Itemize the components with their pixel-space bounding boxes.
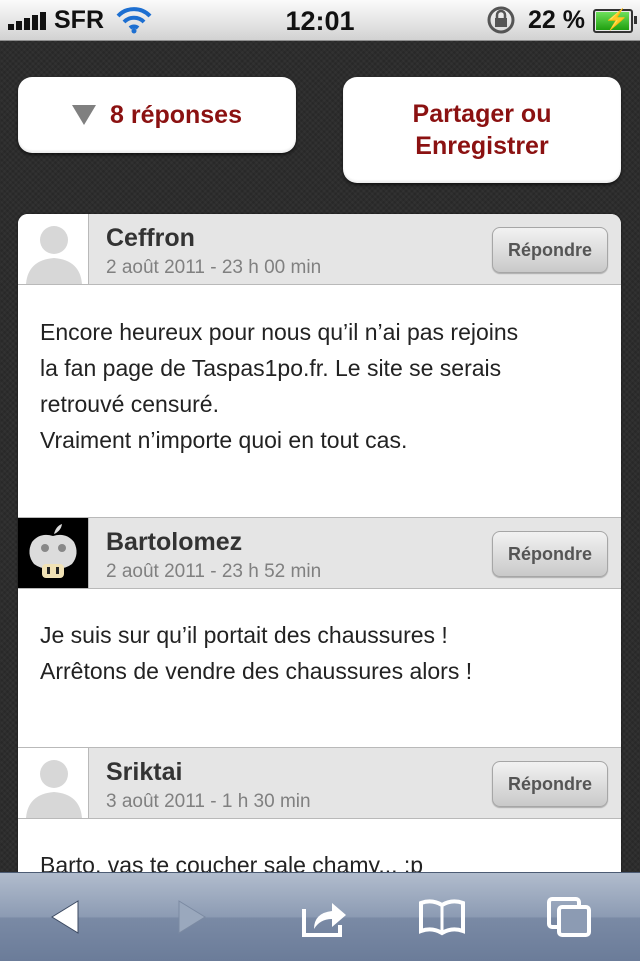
charging-bolt-icon: ⚡ <box>604 9 629 31</box>
comment-author: Sriktai <box>106 758 183 786</box>
comment-header: Ceffron 2 août 2011 - 23 h 00 min Répond… <box>18 214 621 285</box>
battery-charging-icon: ⚡ <box>593 9 637 33</box>
comment-line: Je suis sur qu’il portait des chaussures… <box>40 622 448 648</box>
comment-author: Bartolomez <box>106 528 243 556</box>
default-avatar-icon <box>18 748 89 818</box>
comment-line: Encore heureux pour nous qu’il n’ai pas … <box>40 319 519 345</box>
rotation-lock-icon <box>487 6 515 34</box>
comment-date: 2 août 2011 - 23 h 52 min <box>106 561 322 582</box>
share-label-line1: Partager ou <box>412 100 552 128</box>
comment-header: Bartolomez 2 août 2011 - 23 h 52 min Rép… <box>18 517 621 589</box>
replies-label: 8 réponses <box>109 100 242 129</box>
comment-line: Arrêtons de vendre des chaussures alors … <box>40 658 473 684</box>
comment-date: 3 août 2011 - 1 h 30 min <box>106 791 311 812</box>
comment-body: Je suis sur qu’il portait des chaussures… <box>40 617 600 689</box>
forward-arrow-icon[interactable] <box>167 895 215 939</box>
comment-date: 2 août 2011 - 23 h 00 min <box>106 257 322 278</box>
share-icon[interactable] <box>300 895 348 939</box>
battery-percent: 22 % <box>528 6 585 34</box>
status-bar: SFR 12:01 22 % ⚡ <box>0 0 640 41</box>
reply-button[interactable]: Répondre <box>492 761 608 807</box>
comment-body: Encore heureux pour nous qu’il n’ai pas … <box>40 314 600 458</box>
comment-line: la fan page de Taspas1po.fr. Le site se … <box>40 355 502 381</box>
comment-author: Ceffron <box>106 224 195 252</box>
reply-button[interactable]: Répondre <box>492 531 608 577</box>
apple-mushroom-avatar <box>18 518 89 588</box>
comment-item: Ceffron 2 août 2011 - 23 h 00 min Répond… <box>18 214 621 517</box>
tabs-icon[interactable] <box>545 895 593 939</box>
comment-line: Vraiment n’importe quoi en tout cas. <box>40 427 408 453</box>
bookmarks-icon[interactable] <box>418 895 466 939</box>
triangle-down-icon <box>71 105 96 125</box>
replies-toggle-button[interactable]: 8 réponses <box>18 77 296 153</box>
back-arrow-icon[interactable] <box>42 895 90 939</box>
comment-line: retrouvé censuré. <box>40 391 219 417</box>
default-avatar-icon <box>18 214 89 284</box>
share-save-button[interactable]: Partager ou Enregistrer <box>343 77 621 183</box>
comment-item: Bartolomez 2 août 2011 - 23 h 52 min Rép… <box>18 517 621 747</box>
comments-panel: Ceffron 2 août 2011 - 23 h 00 min Répond… <box>18 214 621 894</box>
share-label-line2: Enregistrer <box>415 132 549 160</box>
reply-button[interactable]: Répondre <box>492 227 608 273</box>
browser-toolbar <box>0 872 640 961</box>
comment-header: Sriktai 3 août 2011 - 1 h 30 min Répondr… <box>18 747 621 819</box>
